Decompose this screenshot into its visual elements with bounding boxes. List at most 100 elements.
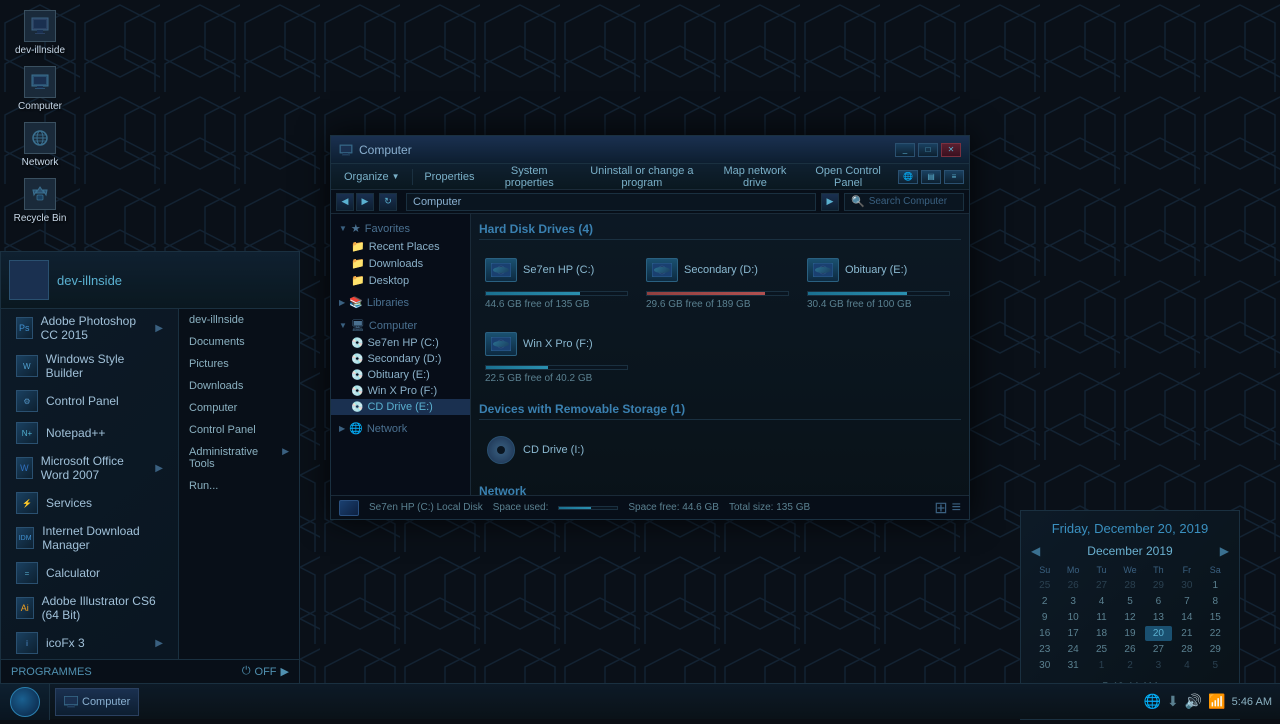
right-pics[interactable]: Pictures	[179, 353, 299, 375]
right-dl[interactable]: Downloads	[179, 375, 299, 397]
cal-day-5-next[interactable]: 5	[1202, 658, 1229, 673]
cal-day-16[interactable]: 16	[1031, 626, 1058, 641]
cal-day-27[interactable]: 27	[1145, 642, 1172, 657]
cal-day-13[interactable]: 13	[1145, 610, 1172, 625]
cal-day-14[interactable]: 14	[1173, 610, 1200, 625]
cal-day-5[interactable]: 5	[1116, 594, 1143, 609]
desktop-icon-network[interactable]: Network	[10, 122, 70, 168]
refresh-button[interactable]: ↻	[379, 193, 397, 211]
cal-day-19[interactable]: 19	[1116, 626, 1143, 641]
cal-day-4-next[interactable]: 4	[1173, 658, 1200, 673]
cal-day-30[interactable]: 30	[1031, 658, 1058, 673]
search-bar[interactable]: 🔍 Search Computer	[844, 193, 964, 211]
desktop-icon-recycle[interactable]: Recycle Bin	[10, 178, 70, 224]
cal-day-24[interactable]: 24	[1059, 642, 1086, 657]
tray-icon-3[interactable]: 🔊	[1185, 693, 1202, 710]
cal-day-10[interactable]: 10	[1059, 610, 1086, 625]
start-item-wsb[interactable]: W Windows Style Builder	[1, 347, 178, 385]
cal-next-button[interactable]: ▶	[1220, 544, 1229, 558]
nav-e-drive[interactable]: 💿 Obituary (E:)	[331, 367, 470, 383]
view-icon-1[interactable]: 🌐	[898, 170, 918, 184]
cal-day-2-next[interactable]: 2	[1116, 658, 1143, 673]
cal-day-7[interactable]: 7	[1173, 594, 1200, 609]
cal-day-25[interactable]: 25	[1088, 642, 1115, 657]
drive-c-item[interactable]: Se7en HP (C:) 44.6 GB free of 135 GB	[479, 248, 634, 316]
cal-day-26-prev[interactable]: 26	[1059, 578, 1086, 593]
cal-day-26[interactable]: 26	[1116, 642, 1143, 657]
start-item-icofx[interactable]: i icoFx 3 ▶	[1, 627, 178, 659]
taskbar-computer-item[interactable]: Computer	[55, 688, 139, 716]
cal-day-1-next[interactable]: 1	[1088, 658, 1115, 673]
properties-button[interactable]: Properties	[416, 169, 482, 185]
nav-downloads[interactable]: 📁 Downloads	[331, 255, 470, 272]
start-item-idm[interactable]: IDM Internet Download Manager	[1, 519, 178, 557]
drive-f-item[interactable]: Win X Pro (F:) 22.5 GB free of 40.2 GB	[479, 322, 634, 390]
map-network-button[interactable]: Map network drive	[712, 163, 799, 191]
right-cp[interactable]: Control Panel	[179, 419, 299, 441]
start-item-photoshop[interactable]: Ps Adobe Photoshop CC 2015 ▶	[1, 309, 178, 347]
right-computer[interactable]: Computer	[179, 397, 299, 419]
right-run[interactable]: Run...	[179, 475, 299, 497]
libraries-header[interactable]: ▶ 📚 Libraries	[331, 293, 470, 312]
tray-icon-1[interactable]: 🌐	[1144, 693, 1161, 710]
desktop-icon-devill[interactable]: dev-illnside	[10, 10, 70, 56]
cal-day-18[interactable]: 18	[1088, 626, 1115, 641]
cal-day-31[interactable]: 31	[1059, 658, 1086, 673]
cal-day-20-today[interactable]: 20	[1145, 626, 1172, 641]
start-item-ai[interactable]: Ai Adobe Illustrator CS6 (64 Bit)	[1, 589, 178, 627]
cal-day-2[interactable]: 2	[1031, 594, 1058, 609]
cal-day-28[interactable]: 28	[1173, 642, 1200, 657]
tray-icon-4[interactable]: 📶	[1208, 693, 1225, 710]
cal-day-27-prev[interactable]: 27	[1088, 578, 1115, 593]
view-icon-2[interactable]: ▤	[921, 170, 941, 184]
cal-day-15[interactable]: 15	[1202, 610, 1229, 625]
nav-f-drive[interactable]: 💿 Win X Pro (F:)	[331, 383, 470, 399]
cal-day-12[interactable]: 12	[1116, 610, 1143, 625]
start-item-control-panel[interactable]: ⚙ Control Panel	[1, 385, 178, 417]
drive-e-item[interactable]: Obituary (E:) 30.4 GB free of 100 GB	[801, 248, 956, 316]
nav-d-drive[interactable]: 💿 Secondary (D:)	[331, 351, 470, 367]
back-button[interactable]: ◀	[336, 193, 354, 211]
cal-day-22[interactable]: 22	[1202, 626, 1229, 641]
cal-day-29-prev[interactable]: 29	[1145, 578, 1172, 593]
right-devill[interactable]: dev-illnside	[179, 309, 299, 331]
cal-day-28-prev[interactable]: 28	[1116, 578, 1143, 593]
maximize-button[interactable]: □	[918, 143, 938, 157]
uninstall-button[interactable]: Uninstall or change a program	[576, 163, 708, 191]
right-admin[interactable]: Administrative Tools ▶	[179, 441, 299, 475]
cal-day-21[interactable]: 21	[1173, 626, 1200, 641]
address-go-button[interactable]: ▶	[821, 193, 839, 211]
desktop-icon-computer[interactable]: Computer	[10, 66, 70, 112]
nav-c-drive[interactable]: 💿 Se7en HP (C:)	[331, 335, 470, 351]
start-item-word[interactable]: W Microsoft Office Word 2007 ▶	[1, 449, 178, 487]
view-list-button[interactable]: ≡	[944, 170, 964, 184]
nav-desktop[interactable]: 📁 Desktop	[331, 272, 470, 289]
cal-day-3[interactable]: 3	[1059, 594, 1086, 609]
start-item-services[interactable]: ⚡ Services	[1, 487, 178, 519]
favorites-header[interactable]: ▼ ★ Favorites	[331, 219, 470, 238]
cal-day-3-next[interactable]: 3	[1145, 658, 1172, 673]
address-bar-input[interactable]: Computer	[406, 193, 816, 211]
cal-day-1[interactable]: 1	[1202, 578, 1229, 593]
cal-day-9[interactable]: 9	[1031, 610, 1058, 625]
start-item-notepad[interactable]: N+ Notepad++	[1, 417, 178, 449]
network-header[interactable]: ▶ 🌐 Network	[331, 419, 470, 438]
off-button[interactable]: ⏻ OFF ▶	[242, 665, 289, 678]
nav-cd-drive[interactable]: 💿 CD Drive (E:)	[331, 399, 470, 415]
close-button[interactable]: ✕	[941, 143, 961, 157]
start-button[interactable]	[0, 684, 50, 720]
cal-day-25-prev[interactable]: 25	[1031, 578, 1058, 593]
start-item-calc[interactable]: = Calculator	[1, 557, 178, 589]
cal-day-17[interactable]: 17	[1059, 626, 1086, 641]
cal-prev-button[interactable]: ◀	[1031, 544, 1040, 558]
cal-day-8[interactable]: 8	[1202, 594, 1229, 609]
cal-day-11[interactable]: 11	[1088, 610, 1115, 625]
cal-day-29[interactable]: 29	[1202, 642, 1229, 657]
right-docs[interactable]: Documents	[179, 331, 299, 353]
organize-button[interactable]: Organize ▼	[336, 169, 408, 185]
computer-header[interactable]: ▼ 🖥 Computer	[331, 316, 470, 335]
forward-button[interactable]: ▶	[356, 193, 374, 211]
cal-day-30-prev[interactable]: 30	[1173, 578, 1200, 593]
open-cp-button[interactable]: Open Control Panel	[802, 163, 894, 191]
minimize-button[interactable]: _	[895, 143, 915, 157]
